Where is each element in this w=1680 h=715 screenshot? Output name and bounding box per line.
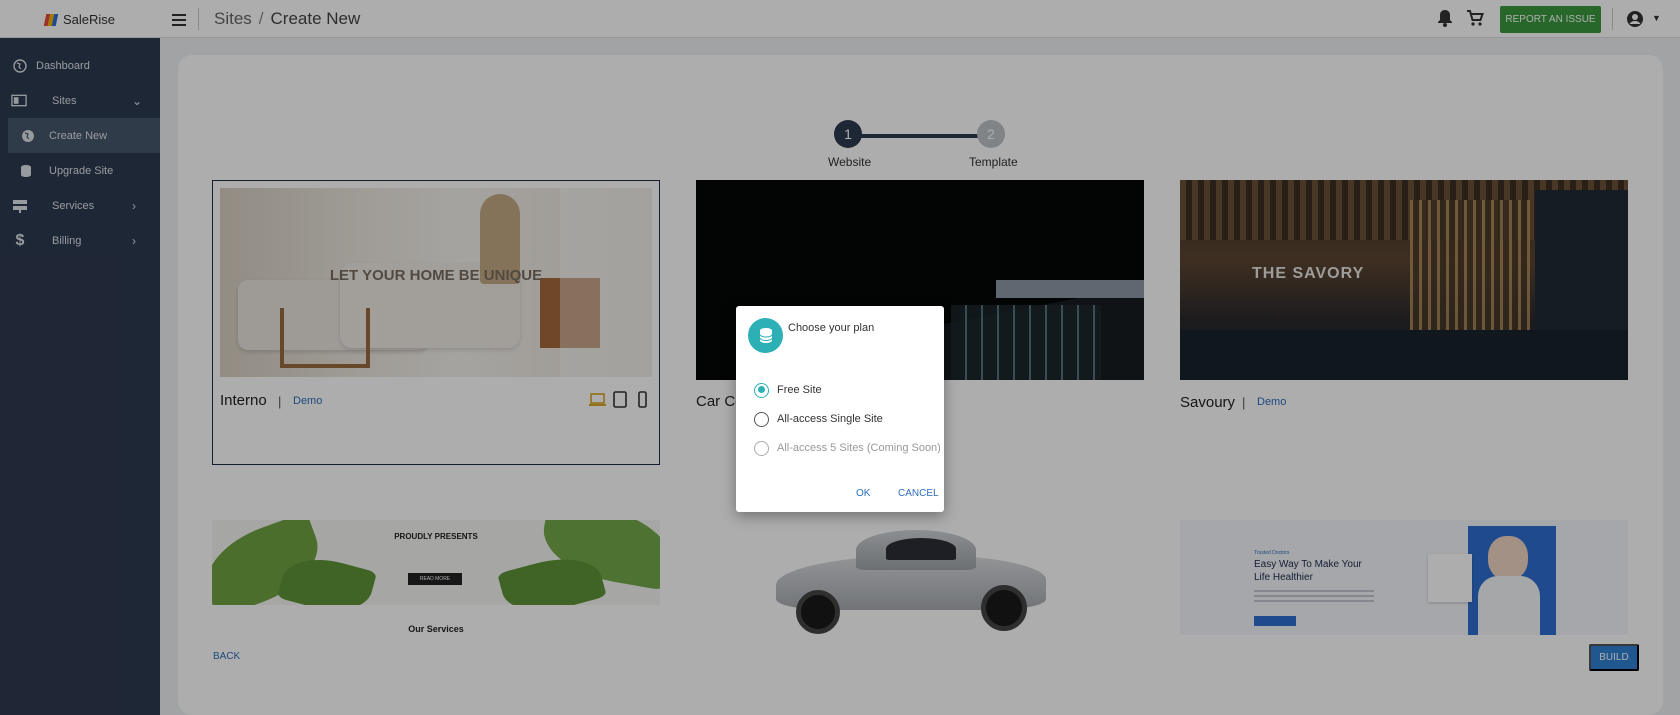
ok-button[interactable]: OK <box>856 488 870 499</box>
plan-option-all-access-5: All-access 5 Sites (Coming Soon) <box>754 440 941 456</box>
plan-option-free-site[interactable]: Free Site <box>754 382 822 398</box>
plan-option-all-access-single[interactable]: All-access Single Site <box>754 411 883 427</box>
choose-plan-dialog: Choose your plan Free Site All-access Si… <box>736 306 944 512</box>
plan-option-label: All-access 5 Sites (Coming Soon) <box>777 442 941 454</box>
database-icon <box>748 318 783 353</box>
radio-button[interactable] <box>754 382 769 398</box>
dialog-title: Choose your plan <box>788 322 875 334</box>
radio-button <box>754 440 769 456</box>
plan-option-label: Free Site <box>777 384 822 396</box>
radio-button[interactable] <box>754 411 769 427</box>
cancel-button[interactable]: CANCEL <box>898 488 939 499</box>
plan-option-label: All-access Single Site <box>777 413 883 425</box>
